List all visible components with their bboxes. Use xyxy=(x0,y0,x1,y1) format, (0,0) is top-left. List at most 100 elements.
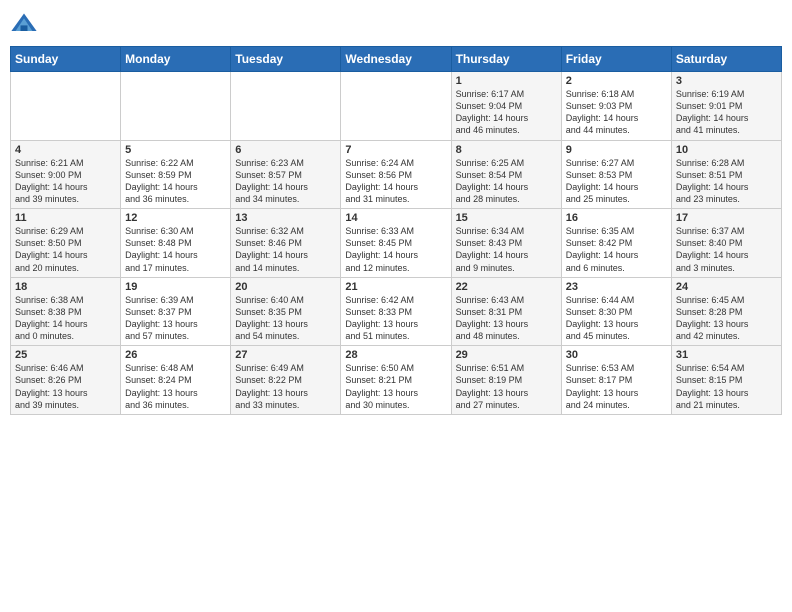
day-cell: 19Sunrise: 6:39 AM Sunset: 8:37 PM Dayli… xyxy=(121,277,231,346)
day-cell: 22Sunrise: 6:43 AM Sunset: 8:31 PM Dayli… xyxy=(451,277,561,346)
day-info: Sunrise: 6:40 AM Sunset: 8:35 PM Dayligh… xyxy=(235,294,336,343)
day-info: Sunrise: 6:22 AM Sunset: 8:59 PM Dayligh… xyxy=(125,157,226,206)
day-info: Sunrise: 6:25 AM Sunset: 8:54 PM Dayligh… xyxy=(456,157,557,206)
day-cell: 1Sunrise: 6:17 AM Sunset: 9:04 PM Daylig… xyxy=(451,72,561,141)
day-number: 26 xyxy=(125,349,226,361)
day-number: 10 xyxy=(676,144,777,156)
day-cell: 8Sunrise: 6:25 AM Sunset: 8:54 PM Daylig… xyxy=(451,140,561,209)
day-number: 11 xyxy=(15,212,116,224)
day-cell xyxy=(341,72,451,141)
day-number: 22 xyxy=(456,281,557,293)
week-row-5: 25Sunrise: 6:46 AM Sunset: 8:26 PM Dayli… xyxy=(11,346,782,415)
day-cell: 20Sunrise: 6:40 AM Sunset: 8:35 PM Dayli… xyxy=(231,277,341,346)
day-info: Sunrise: 6:44 AM Sunset: 8:30 PM Dayligh… xyxy=(566,294,667,343)
day-cell: 11Sunrise: 6:29 AM Sunset: 8:50 PM Dayli… xyxy=(11,209,121,278)
day-cell: 10Sunrise: 6:28 AM Sunset: 8:51 PM Dayli… xyxy=(671,140,781,209)
day-cell: 18Sunrise: 6:38 AM Sunset: 8:38 PM Dayli… xyxy=(11,277,121,346)
header-wednesday: Wednesday xyxy=(341,47,451,72)
day-cell: 16Sunrise: 6:35 AM Sunset: 8:42 PM Dayli… xyxy=(561,209,671,278)
day-number: 30 xyxy=(566,349,667,361)
day-info: Sunrise: 6:43 AM Sunset: 8:31 PM Dayligh… xyxy=(456,294,557,343)
day-number: 6 xyxy=(235,144,336,156)
day-number: 25 xyxy=(15,349,116,361)
day-cell xyxy=(231,72,341,141)
day-cell: 7Sunrise: 6:24 AM Sunset: 8:56 PM Daylig… xyxy=(341,140,451,209)
day-cell: 23Sunrise: 6:44 AM Sunset: 8:30 PM Dayli… xyxy=(561,277,671,346)
day-info: Sunrise: 6:34 AM Sunset: 8:43 PM Dayligh… xyxy=(456,225,557,274)
day-cell: 12Sunrise: 6:30 AM Sunset: 8:48 PM Dayli… xyxy=(121,209,231,278)
day-cell: 31Sunrise: 6:54 AM Sunset: 8:15 PM Dayli… xyxy=(671,346,781,415)
day-number: 21 xyxy=(345,281,446,293)
week-row-2: 4Sunrise: 6:21 AM Sunset: 9:00 PM Daylig… xyxy=(11,140,782,209)
day-info: Sunrise: 6:38 AM Sunset: 8:38 PM Dayligh… xyxy=(15,294,116,343)
day-info: Sunrise: 6:29 AM Sunset: 8:50 PM Dayligh… xyxy=(15,225,116,274)
header-monday: Monday xyxy=(121,47,231,72)
day-cell: 14Sunrise: 6:33 AM Sunset: 8:45 PM Dayli… xyxy=(341,209,451,278)
day-number: 16 xyxy=(566,212,667,224)
day-cell: 15Sunrise: 6:34 AM Sunset: 8:43 PM Dayli… xyxy=(451,209,561,278)
day-cell xyxy=(11,72,121,141)
week-row-3: 11Sunrise: 6:29 AM Sunset: 8:50 PM Dayli… xyxy=(11,209,782,278)
day-number: 9 xyxy=(566,144,667,156)
day-cell: 4Sunrise: 6:21 AM Sunset: 9:00 PM Daylig… xyxy=(11,140,121,209)
day-number: 2 xyxy=(566,75,667,87)
day-info: Sunrise: 6:21 AM Sunset: 9:00 PM Dayligh… xyxy=(15,157,116,206)
day-cell: 28Sunrise: 6:50 AM Sunset: 8:21 PM Dayli… xyxy=(341,346,451,415)
day-cell: 21Sunrise: 6:42 AM Sunset: 8:33 PM Dayli… xyxy=(341,277,451,346)
day-number: 29 xyxy=(456,349,557,361)
day-cell: 3Sunrise: 6:19 AM Sunset: 9:01 PM Daylig… xyxy=(671,72,781,141)
day-info: Sunrise: 6:23 AM Sunset: 8:57 PM Dayligh… xyxy=(235,157,336,206)
day-number: 18 xyxy=(15,281,116,293)
calendar-header-row: SundayMondayTuesdayWednesdayThursdayFrid… xyxy=(11,47,782,72)
day-number: 4 xyxy=(15,144,116,156)
day-info: Sunrise: 6:17 AM Sunset: 9:04 PM Dayligh… xyxy=(456,88,557,137)
day-number: 31 xyxy=(676,349,777,361)
day-number: 14 xyxy=(345,212,446,224)
day-number: 24 xyxy=(676,281,777,293)
day-number: 23 xyxy=(566,281,667,293)
day-cell: 13Sunrise: 6:32 AM Sunset: 8:46 PM Dayli… xyxy=(231,209,341,278)
day-cell: 27Sunrise: 6:49 AM Sunset: 8:22 PM Dayli… xyxy=(231,346,341,415)
logo-icon xyxy=(10,10,38,38)
day-number: 19 xyxy=(125,281,226,293)
day-info: Sunrise: 6:32 AM Sunset: 8:46 PM Dayligh… xyxy=(235,225,336,274)
day-cell: 26Sunrise: 6:48 AM Sunset: 8:24 PM Dayli… xyxy=(121,346,231,415)
day-number: 3 xyxy=(676,75,777,87)
day-info: Sunrise: 6:19 AM Sunset: 9:01 PM Dayligh… xyxy=(676,88,777,137)
day-cell: 9Sunrise: 6:27 AM Sunset: 8:53 PM Daylig… xyxy=(561,140,671,209)
day-info: Sunrise: 6:27 AM Sunset: 8:53 PM Dayligh… xyxy=(566,157,667,206)
day-number: 27 xyxy=(235,349,336,361)
header xyxy=(10,10,782,38)
day-info: Sunrise: 6:49 AM Sunset: 8:22 PM Dayligh… xyxy=(235,362,336,411)
day-number: 8 xyxy=(456,144,557,156)
day-info: Sunrise: 6:39 AM Sunset: 8:37 PM Dayligh… xyxy=(125,294,226,343)
day-cell: 2Sunrise: 6:18 AM Sunset: 9:03 PM Daylig… xyxy=(561,72,671,141)
day-info: Sunrise: 6:42 AM Sunset: 8:33 PM Dayligh… xyxy=(345,294,446,343)
header-friday: Friday xyxy=(561,47,671,72)
day-cell: 17Sunrise: 6:37 AM Sunset: 8:40 PM Dayli… xyxy=(671,209,781,278)
header-tuesday: Tuesday xyxy=(231,47,341,72)
day-number: 17 xyxy=(676,212,777,224)
day-number: 20 xyxy=(235,281,336,293)
day-info: Sunrise: 6:50 AM Sunset: 8:21 PM Dayligh… xyxy=(345,362,446,411)
day-info: Sunrise: 6:18 AM Sunset: 9:03 PM Dayligh… xyxy=(566,88,667,137)
day-number: 28 xyxy=(345,349,446,361)
day-info: Sunrise: 6:30 AM Sunset: 8:48 PM Dayligh… xyxy=(125,225,226,274)
day-cell: 29Sunrise: 6:51 AM Sunset: 8:19 PM Dayli… xyxy=(451,346,561,415)
day-cell xyxy=(121,72,231,141)
header-sunday: Sunday xyxy=(11,47,121,72)
header-thursday: Thursday xyxy=(451,47,561,72)
day-info: Sunrise: 6:54 AM Sunset: 8:15 PM Dayligh… xyxy=(676,362,777,411)
day-number: 12 xyxy=(125,212,226,224)
logo xyxy=(10,10,42,38)
day-cell: 25Sunrise: 6:46 AM Sunset: 8:26 PM Dayli… xyxy=(11,346,121,415)
week-row-4: 18Sunrise: 6:38 AM Sunset: 8:38 PM Dayli… xyxy=(11,277,782,346)
day-cell: 30Sunrise: 6:53 AM Sunset: 8:17 PM Dayli… xyxy=(561,346,671,415)
day-info: Sunrise: 6:46 AM Sunset: 8:26 PM Dayligh… xyxy=(15,362,116,411)
day-number: 5 xyxy=(125,144,226,156)
day-info: Sunrise: 6:45 AM Sunset: 8:28 PM Dayligh… xyxy=(676,294,777,343)
day-number: 1 xyxy=(456,75,557,87)
day-number: 7 xyxy=(345,144,446,156)
day-info: Sunrise: 6:37 AM Sunset: 8:40 PM Dayligh… xyxy=(676,225,777,274)
day-cell: 5Sunrise: 6:22 AM Sunset: 8:59 PM Daylig… xyxy=(121,140,231,209)
